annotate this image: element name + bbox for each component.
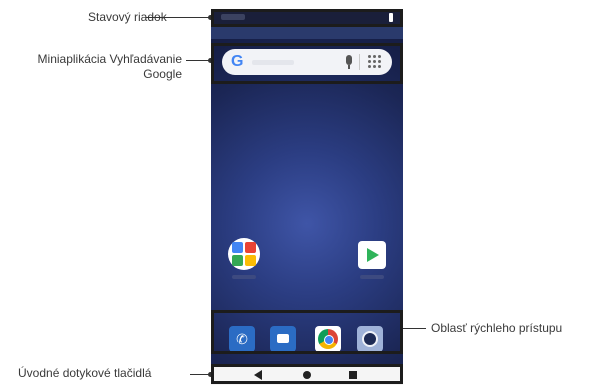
status-bar-leader	[146, 17, 210, 18]
quick-access-callout: Oblasť rýchleho prístupu	[431, 321, 563, 335]
play-store-label-placeholder	[360, 275, 384, 279]
folder-label-placeholder	[232, 275, 256, 279]
status-bar-highlight	[211, 9, 403, 27]
play-store-icon[interactable]	[358, 241, 386, 269]
google-widget-callout: Miniaplikácia Vyhľadávanie Google	[37, 52, 182, 81]
google-widget-highlight	[211, 43, 403, 84]
quick-access-highlight	[211, 310, 403, 354]
home-buttons-highlight	[211, 364, 403, 384]
google-apps-folder[interactable]	[228, 238, 260, 270]
google-widget-leader	[186, 60, 210, 61]
home-buttons-leader	[190, 374, 210, 375]
home-touch-buttons-callout: Úvodné dotykové tlačidlá	[18, 366, 152, 380]
